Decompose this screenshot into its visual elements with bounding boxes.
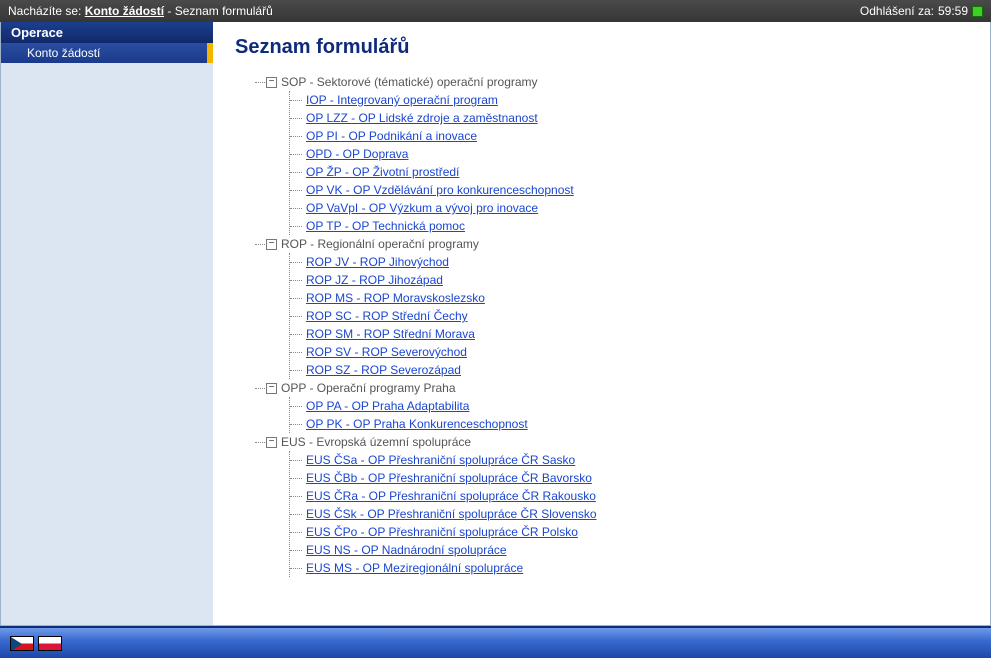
- logout-label: Odhlášení za:: [860, 4, 934, 18]
- tree-leaf-link[interactable]: EUS ČSk - OP Přeshraniční spolupráce ČR …: [306, 507, 597, 521]
- tree-leaf: OP ŽP - OP Životní prostředí: [290, 163, 968, 181]
- tree-leaf: ROP SZ - ROP Severozápad: [290, 361, 968, 379]
- tree-leaf: OP TP - OP Technická pomoc: [290, 217, 968, 235]
- tree-leaf-link[interactable]: EUS ČSa - OP Přeshraniční spolupráce ČR …: [306, 453, 575, 467]
- tree-leaf: ROP MS - ROP Moravskoslezsko: [290, 289, 968, 307]
- tree-leaf-link[interactable]: ROP SV - ROP Severovýchod: [306, 345, 467, 359]
- tree-leaf: EUS NS - OP Nadnárodní spolupráce: [290, 541, 968, 559]
- collapse-icon[interactable]: −: [266, 239, 277, 250]
- breadcrumb-link-konto[interactable]: Konto žádostí: [85, 4, 164, 18]
- sidebar: Operace Konto žádostí: [1, 22, 213, 625]
- tree-leaf: EUS MS - OP Meziregionální spolupráce: [290, 559, 968, 577]
- tree-leaf-link[interactable]: OP PK - OP Praha Konkurenceschopnost: [306, 417, 528, 431]
- tree-leaf-link[interactable]: OP PA - OP Praha Adaptabilita: [306, 399, 469, 413]
- tree-leaf-link[interactable]: IOP - Integrovaný operační program: [306, 93, 498, 107]
- tree-leaf: EUS ČSk - OP Přeshraniční spolupráce ČR …: [290, 505, 968, 523]
- breadcrumb-current: Seznam formulářů: [175, 4, 273, 18]
- collapse-icon[interactable]: −: [266, 437, 277, 448]
- session-status-icon: [972, 6, 983, 17]
- content: Seznam formulářů −SOP - Sektorové (témat…: [213, 22, 990, 625]
- breadcrumb-prefix: Nacházíte se:: [8, 4, 85, 18]
- tree-leaf: OP PI - OP Podnikání a inovace: [290, 127, 968, 145]
- tree-group: −EUS - Evropská územní spolupráce EUS ČSa…: [255, 433, 968, 577]
- logout-timer: Odhlášení za: 59:59: [860, 4, 983, 18]
- tree-leaf: OP PK - OP Praha Konkurenceschopnost: [290, 415, 968, 433]
- tree-leaf: ROP JZ - ROP Jihozápad: [290, 271, 968, 289]
- tree-leaf-link[interactable]: ROP SM - ROP Střední Morava: [306, 327, 475, 341]
- tree-leaf: OP VK - OP Vzdělávání pro konkurencescho…: [290, 181, 968, 199]
- tree-leaf-link[interactable]: EUS ČRa - OP Přeshraniční spolupráce ČR …: [306, 489, 596, 503]
- tree-leaf: EUS ČPo - OP Přeshraniční spolupráce ČR …: [290, 523, 968, 541]
- tree-leaf: EUS ČBb - OP Přeshraniční spolupráce ČR …: [290, 469, 968, 487]
- tree-leaf-link[interactable]: ROP SZ - ROP Severozápad: [306, 363, 461, 377]
- breadcrumb-sep: -: [167, 4, 174, 18]
- tree-leaf: EUS ČRa - OP Přeshraniční spolupráce ČR …: [290, 487, 968, 505]
- tree-leaf: IOP - Integrovaný operační program: [290, 91, 968, 109]
- tree-leaf-link[interactable]: OP PI - OP Podnikání a inovace: [306, 129, 477, 143]
- flag-pl-icon[interactable]: [38, 636, 62, 651]
- sidebar-item-konto-zadosti[interactable]: Konto žádostí: [1, 43, 213, 63]
- logout-time: 59:59: [938, 4, 968, 18]
- tree-leaf: ROP SM - ROP Střední Morava: [290, 325, 968, 343]
- breadcrumb: Nacházíte se: Konto žádostí - Seznam for…: [8, 4, 860, 18]
- tree-leaf-link[interactable]: OP VK - OP Vzdělávání pro konkurencescho…: [306, 183, 574, 197]
- tree-leaf: OP PA - OP Praha Adaptabilita: [290, 397, 968, 415]
- footer: [0, 626, 991, 658]
- tree-leaf: ROP JV - ROP Jihovýchod: [290, 253, 968, 271]
- tree-leaf: OP VaVpI - OP Výzkum a vývoj pro inovace: [290, 199, 968, 217]
- tree-leaf-link[interactable]: OP VaVpI - OP Výzkum a vývoj pro inovace: [306, 201, 538, 215]
- sidebar-heading: Operace: [1, 22, 213, 43]
- tree-leaf-link[interactable]: OP TP - OP Technická pomoc: [306, 219, 465, 233]
- tree-leaf-link[interactable]: OP ŽP - OP Životní prostředí: [306, 165, 459, 179]
- tree-group-label: OPP - Operační programy Praha: [281, 379, 456, 397]
- tree-leaf: OPD - OP Doprava: [290, 145, 968, 163]
- tree-leaf-link[interactable]: EUS MS - OP Meziregionální spolupráce: [306, 561, 523, 575]
- tree-leaf-link[interactable]: EUS ČBb - OP Přeshraniční spolupráce ČR …: [306, 471, 592, 485]
- tree-leaf-link[interactable]: ROP SC - ROP Střední Čechy: [306, 309, 468, 323]
- form-tree: −SOP - Sektorové (tématické) operační pr…: [255, 73, 968, 577]
- collapse-icon[interactable]: −: [266, 383, 277, 394]
- tree-group: −ROP - Regionální operační programy ROP J…: [255, 235, 968, 379]
- collapse-icon[interactable]: −: [266, 77, 277, 88]
- tree-leaf-link[interactable]: ROP JV - ROP Jihovýchod: [306, 255, 449, 269]
- main-area: Operace Konto žádostí Seznam formulářů −…: [0, 22, 991, 626]
- tree-leaf-link[interactable]: EUS NS - OP Nadnárodní spolupráce: [306, 543, 507, 557]
- flag-cz-icon[interactable]: [10, 636, 34, 651]
- tree-group-label: SOP - Sektorové (tématické) operační pro…: [281, 73, 538, 91]
- page-title: Seznam formulářů: [235, 36, 968, 59]
- tree-leaf-link[interactable]: OP LZZ - OP Lidské zdroje a zaměstnanost: [306, 111, 538, 125]
- tree-group-label: EUS - Evropská územní spolupráce: [281, 433, 471, 451]
- tree-group-label: ROP - Regionální operační programy: [281, 235, 479, 253]
- tree-leaf: ROP SV - ROP Severovýchod: [290, 343, 968, 361]
- tree-leaf-link[interactable]: ROP MS - ROP Moravskoslezsko: [306, 291, 485, 305]
- tree-leaf-link[interactable]: ROP JZ - ROP Jihozápad: [306, 273, 443, 287]
- tree-leaf-link[interactable]: EUS ČPo - OP Přeshraniční spolupráce ČR …: [306, 525, 578, 539]
- tree-group: −SOP - Sektorové (tématické) operační pr…: [255, 73, 968, 235]
- tree-leaf-link[interactable]: OPD - OP Doprava: [306, 147, 408, 161]
- tree-leaf: EUS ČSa - OP Přeshraniční spolupráce ČR …: [290, 451, 968, 469]
- tree-group: −OPP - Operační programy Praha OP PA - OP…: [255, 379, 968, 433]
- tree-leaf: ROP SC - ROP Střední Čechy: [290, 307, 968, 325]
- tree-leaf: OP LZZ - OP Lidské zdroje a zaměstnanost: [290, 109, 968, 127]
- topbar: Nacházíte se: Konto žádostí - Seznam for…: [0, 0, 991, 22]
